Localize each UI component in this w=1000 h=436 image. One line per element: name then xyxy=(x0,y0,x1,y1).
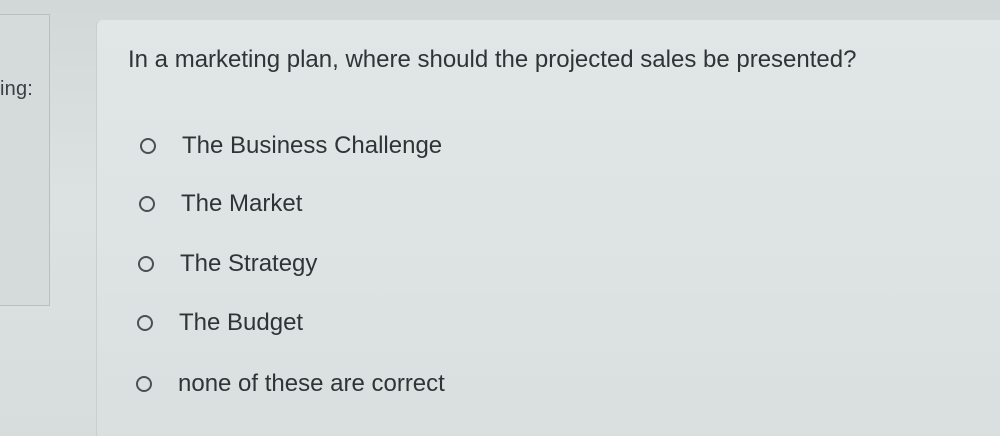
option-none-correct[interactable]: none of these are correct xyxy=(136,370,445,398)
left-panel-label: ing: xyxy=(0,78,34,100)
option-label: The Business Challenge xyxy=(182,132,443,159)
option-label: The Strategy xyxy=(180,250,318,277)
option-label: The Budget xyxy=(179,309,304,336)
left-side-panel xyxy=(0,14,50,306)
option-business-challenge[interactable]: The Business Challenge xyxy=(140,132,442,160)
radio-button-icon[interactable] xyxy=(136,376,152,392)
radio-button-icon[interactable] xyxy=(139,196,155,212)
option-budget[interactable]: The Budget xyxy=(137,309,303,337)
option-market[interactable]: The Market xyxy=(139,190,302,218)
radio-button-icon[interactable] xyxy=(140,138,156,154)
option-label: The Market xyxy=(181,190,303,217)
radio-button-icon[interactable] xyxy=(137,315,153,331)
question-text: In a marketing plan, where should the pr… xyxy=(128,46,857,73)
option-strategy[interactable]: The Strategy xyxy=(138,250,317,278)
option-label: none of these are correct xyxy=(178,370,445,397)
radio-button-icon[interactable] xyxy=(138,256,154,272)
